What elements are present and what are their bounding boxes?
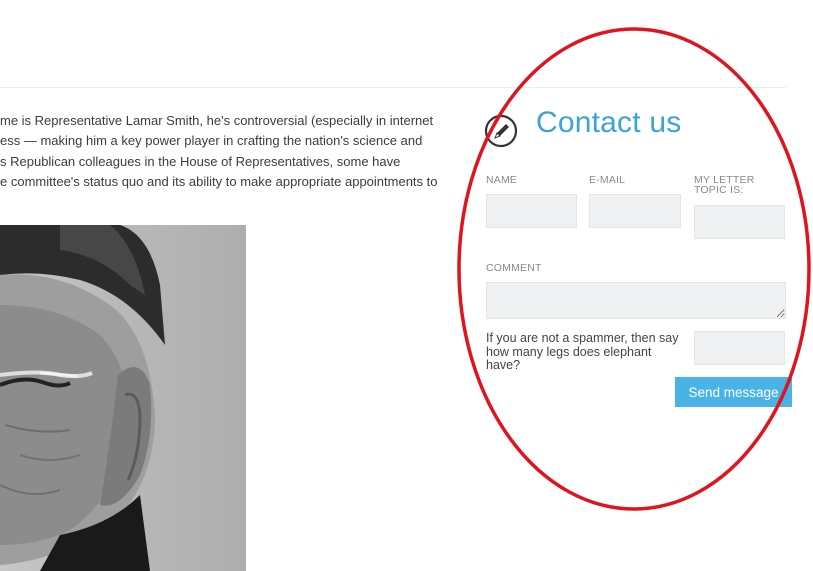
article-line: ess — making him a key power player in c… bbox=[0, 133, 423, 149]
email-label: E-MAIL bbox=[589, 174, 626, 186]
pencil-icon bbox=[484, 114, 518, 148]
article-line: s Republican colleagues in the House of … bbox=[0, 153, 401, 169]
portrait-photo bbox=[0, 225, 246, 571]
article-text: me is Representative Lamar Smith, he's c… bbox=[0, 111, 450, 192]
email-field[interactable] bbox=[589, 194, 681, 228]
spam-question: If you are not a spammer, then say how m… bbox=[486, 331, 679, 372]
comment-label: COMMENT bbox=[486, 262, 542, 274]
name-field[interactable] bbox=[486, 194, 577, 228]
topic-label: MY LETTER TOPIC IS: bbox=[694, 174, 755, 196]
send-message-button[interactable]: Send message bbox=[675, 377, 792, 407]
topic-field[interactable] bbox=[694, 205, 785, 239]
article-line: me is Representative Lamar Smith, he's c… bbox=[0, 113, 434, 128]
contact-title: Contact us bbox=[536, 106, 682, 139]
article-line: e committee's status quo and its ability… bbox=[0, 173, 438, 189]
name-label: NAME bbox=[486, 174, 518, 186]
spam-answer-field[interactable] bbox=[694, 331, 785, 365]
comment-field[interactable] bbox=[486, 282, 786, 319]
header-divider bbox=[0, 87, 786, 88]
